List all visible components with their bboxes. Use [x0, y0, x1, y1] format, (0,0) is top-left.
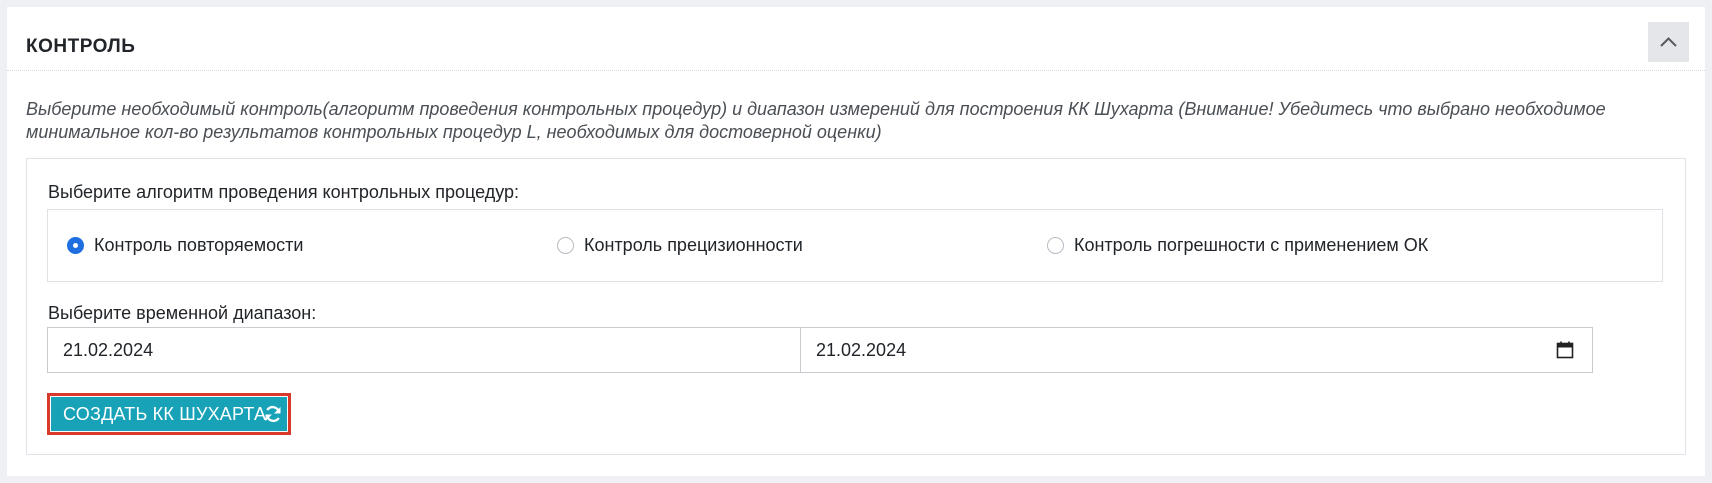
radio-button[interactable]	[557, 236, 574, 254]
panel-description: Выберите необходимый контроль(алгоритм п…	[26, 99, 1606, 142]
radio-button[interactable]	[1047, 236, 1064, 254]
radio-option-precision[interactable]: Контроль прецизионности	[557, 233, 803, 257]
radio-option-repeatability[interactable]: Контроль повторяемости	[67, 233, 303, 257]
algorithm-radio-group: Контроль повторяемости Контроль прецизио…	[47, 209, 1663, 282]
radio-label: Контроль прецизионности	[584, 234, 803, 255]
date-from-value: 21.02.2024	[63, 340, 154, 360]
date-to-input[interactable]: 21.02.2024	[800, 327, 1593, 373]
panel-header: КОНТРОЛЬ	[7, 7, 1705, 71]
collapse-button[interactable]	[1648, 22, 1689, 62]
radio-button-checked[interactable]	[67, 236, 84, 254]
radio-label: Контроль повторяемости	[94, 234, 304, 255]
radio-label: Контроль погрешности с применением ОК	[1074, 234, 1429, 255]
create-shewhart-chart-button[interactable]: СОЗДАТЬ КК ШУХАРТА	[47, 393, 291, 435]
control-form: Выберите алгоритм проведения контрольных…	[26, 158, 1686, 455]
date-from-input[interactable]: 21.02.2024	[47, 327, 840, 373]
date-to-value: 21.02.2024	[816, 340, 907, 360]
algorithm-label: Выберите алгоритм проведения контрольных…	[48, 182, 520, 202]
control-panel: КОНТРОЛЬ Выберите необходимый контроль(а…	[7, 7, 1705, 476]
panel-title: КОНТРОЛЬ	[26, 36, 136, 57]
date-range-label: Выберите временной диапазон:	[48, 303, 317, 323]
chevron-up-icon	[1660, 37, 1677, 47]
refresh-icon	[265, 405, 281, 423]
create-button-label: СОЗДАТЬ КК ШУХАРТА	[63, 404, 267, 424]
calendar-icon[interactable]	[1556, 341, 1574, 359]
radio-option-error-ok[interactable]: Контроль погрешности с применением ОК	[1047, 233, 1428, 257]
